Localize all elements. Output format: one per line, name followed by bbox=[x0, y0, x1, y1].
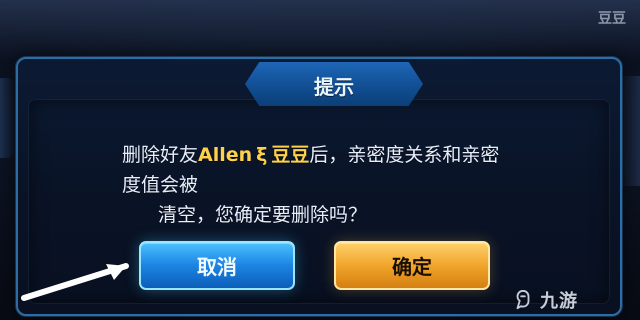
confirm-button-label: 确定 bbox=[392, 255, 432, 279]
message-line2: 清空，您确定要删除吗？ bbox=[158, 204, 368, 226]
message-line1-prefix: 删除好友 bbox=[122, 144, 199, 166]
cancel-button-label: 取消 bbox=[197, 255, 237, 279]
watermark-text: 九游 bbox=[540, 291, 578, 312]
confirm-button[interactable]: 确定 bbox=[334, 241, 490, 290]
dialog-message: 删除好友Allen ξ 豆豆后，亲密度关系和亲密度值会被 清空，您确定要删除吗？ bbox=[122, 140, 506, 230]
watermark: 九游 bbox=[512, 286, 628, 314]
background-left-element bbox=[0, 78, 16, 158]
friend-name-separator: ξ bbox=[256, 144, 268, 166]
background-ghost-text-left bbox=[12, 40, 102, 58]
dialog-title-badge: 提示 bbox=[245, 62, 423, 106]
cancel-button[interactable]: 取消 bbox=[139, 241, 295, 290]
dialog-title: 提示 bbox=[314, 75, 354, 99]
jiuyou-logo-icon bbox=[516, 289, 530, 310]
friend-name-part1: Allen bbox=[198, 144, 253, 166]
arrow-right-icon bbox=[21, 263, 129, 301]
friend-name-part2: 豆豆 bbox=[271, 144, 310, 166]
background-ghost-text-right: 豆豆 bbox=[598, 11, 626, 27]
background-top-bar: 豆豆 bbox=[0, 0, 640, 62]
